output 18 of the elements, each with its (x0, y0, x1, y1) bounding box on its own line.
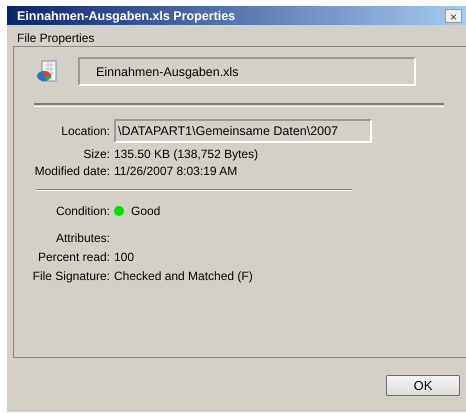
property-label: Condition: (54, 204, 111, 218)
spreadsheet-file-icon (36, 60, 58, 84)
file-name-field[interactable]: Einnahmen-Ausgaben.xls (78, 57, 416, 86)
close-button[interactable]: × (445, 8, 462, 22)
property-label: File Signature: (32, 268, 111, 282)
ok-button[interactable]: OK (386, 374, 460, 396)
property-label: Location: (60, 124, 111, 138)
property-label: Size: (82, 146, 111, 160)
property-value: Good (131, 204, 160, 218)
property-label: Modified date: (34, 164, 111, 178)
window-title: Einnahmen-Ausgaben.xls Properties (17, 8, 236, 22)
property-label: Attributes: (54, 230, 111, 244)
property-value: Checked and Matched (F) (114, 268, 253, 282)
property-value: 100 (114, 250, 134, 264)
property-label: Percent read: (36, 250, 111, 264)
property-value: 11/26/2007 8:03:19 AM (114, 164, 238, 178)
location-field[interactable]: \DATAPART1\Gemeinsame Daten\2007 (114, 119, 372, 143)
property-value: 135.50 KB (138,752 Bytes) (114, 146, 258, 160)
